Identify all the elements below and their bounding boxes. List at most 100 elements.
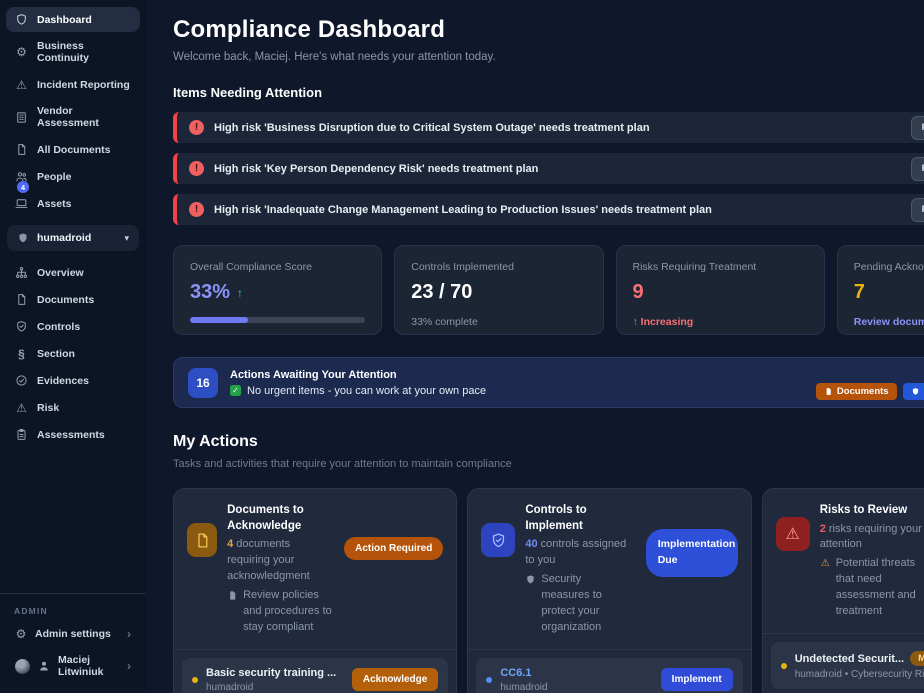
org-selector[interactable]: humadroid ▾: [7, 225, 139, 251]
avatar: [15, 659, 30, 674]
card-title: Controls to Implement: [525, 503, 632, 534]
arrow-up-icon: ↑: [633, 316, 641, 328]
severity-badge: Medium: [910, 651, 924, 666]
sidebar-item-label: People: [37, 171, 71, 183]
document-icon: [15, 143, 28, 156]
shield-icon: [525, 574, 536, 585]
attention-alert-row: ! High risk 'Key Person Dependency Risk'…: [173, 153, 924, 184]
warning-iconbox: ⚠: [776, 517, 810, 551]
sidebar-item-label: All Documents: [37, 144, 111, 156]
document-icon: [15, 293, 28, 306]
sidebar-item-assets[interactable]: Assets: [6, 191, 140, 216]
focus-areas-label: Focus Areas: [816, 365, 924, 376]
org-chart-icon: [15, 266, 28, 279]
chevron-down-icon: ▾: [124, 233, 129, 244]
acknowledge-button[interactable]: Acknowledge: [352, 668, 438, 691]
stat-card-risks-treatment: Risks Requiring Treatment 9 ↑ Increasing: [616, 245, 825, 335]
shield-check-icon: [490, 532, 507, 549]
my-actions-heading: My Actions: [173, 433, 924, 451]
sidebar-item-all-documents[interactable]: All Documents: [6, 137, 140, 162]
exclamation-icon: !: [189, 202, 204, 217]
person-icon: [38, 660, 50, 672]
sidebar-item-label: Section: [37, 348, 75, 360]
user-name-label: Maciej Litwiniuk: [58, 654, 119, 678]
plan-treatment-button[interactable]: Plan treatment ›: [911, 116, 924, 140]
check-circle-icon: [15, 374, 28, 387]
page-title: Compliance Dashboard: [173, 16, 496, 44]
sidebar-item-label: Risk: [37, 402, 59, 414]
shield-icon: [911, 387, 920, 396]
sidebar-item-dashboard[interactable]: Dashboard: [6, 7, 140, 32]
warning-icon: ⚠: [15, 401, 28, 414]
stat-value: 7: [854, 281, 865, 304]
org-shield-icon: [17, 232, 29, 244]
page-subtitle: Welcome back, Maciej. Here's what needs …: [173, 51, 496, 63]
card-controls-to-implement: Controls to Implement 40 controls assign…: [467, 488, 751, 693]
stat-card-pending-acknowledgments: Pending Acknowledgments 7 Review documen…: [837, 245, 924, 335]
control-list-item: CC6.1 humadroid Implement: [476, 658, 742, 693]
laptop-icon: [15, 197, 28, 210]
plan-treatment-button[interactable]: Plan treatment ›: [911, 157, 924, 181]
chevron-right-icon: ›: [127, 627, 131, 641]
attention-alert-row: ! High risk 'Inadequate Change Managemen…: [173, 194, 924, 225]
building-icon: [15, 111, 28, 124]
admin-settings-label: Admin settings: [35, 628, 111, 640]
sidebar-item-label: Dashboard: [37, 14, 92, 26]
sidebar-item-label: Business Continuity: [37, 40, 131, 64]
stat-label: Pending Acknowledgments: [854, 261, 924, 273]
sidebar-item-documents[interactable]: Documents: [6, 287, 140, 312]
document-icon: [227, 590, 238, 601]
review-documents-link[interactable]: Review documents →: [854, 316, 924, 328]
banner-title: Actions Awaiting Your Attention: [230, 369, 486, 381]
sidebar-item-people[interactable]: People 4: [6, 164, 140, 189]
alert-text: High risk 'Inadequate Change Management …: [214, 204, 901, 216]
sidebar-item-label: Documents: [37, 294, 94, 306]
status-dot: [486, 677, 492, 683]
status-dot: [781, 663, 787, 669]
risk-list-item: Undetected Securit... Medium humadroid •…: [771, 642, 924, 689]
implementation-due-badge: Implementation Due: [646, 529, 738, 577]
sidebar-item-business-continuity[interactable]: ⚙ Business Continuity: [6, 34, 140, 70]
sidebar-item-risk[interactable]: ⚠ Risk: [6, 395, 140, 420]
clipboard-icon: [15, 428, 28, 441]
card-title: Documents to Acknowledge: [227, 503, 334, 534]
attention-heading: Items Needing Attention: [173, 85, 924, 100]
sidebar-item-vendor-assessment[interactable]: Vendor Assessment: [6, 99, 140, 135]
focus-pill-controls[interactable]: Controls: [903, 383, 924, 400]
sidebar-item-assessments[interactable]: Assessments: [6, 422, 140, 447]
actions-count-badge: 16: [188, 368, 218, 398]
admin-settings-link[interactable]: ⚙ Admin settings ›: [6, 621, 140, 647]
sidebar-item-label: Controls: [37, 321, 80, 333]
sidebar-item-label: Incident Reporting: [37, 79, 130, 91]
stat-value: 9: [633, 281, 644, 304]
sidebar-item-section[interactable]: § Section: [6, 341, 140, 366]
sidebar-item-label: Assets: [37, 198, 71, 210]
org-selector-label: humadroid: [37, 232, 91, 244]
stat-label: Controls Implemented: [411, 261, 586, 273]
user-profile-link[interactable]: Maciej Litwiniuk ›: [6, 648, 140, 684]
document-icon: [824, 387, 833, 396]
document-iconbox: [187, 523, 217, 557]
plan-treatment-button[interactable]: Plan treatment ›: [911, 198, 924, 222]
stat-label: Risks Requiring Treatment: [633, 261, 808, 273]
sidebar-item-evidences[interactable]: Evidences: [6, 368, 140, 393]
warning-icon: ⚠: [15, 78, 28, 91]
focus-pill-documents[interactable]: Documents: [816, 383, 897, 400]
gear-icon: ⚙: [15, 46, 28, 59]
sidebar-item-overview[interactable]: Overview: [6, 260, 140, 285]
actions-banner: 16 Actions Awaiting Your Attention ✓ No …: [173, 357, 924, 408]
warning-icon: ⚠: [820, 558, 831, 569]
alert-text: High risk 'Key Person Dependency Risk' n…: [214, 163, 901, 175]
sidebar-item-incident-reporting[interactable]: ⚠ Incident Reporting: [6, 72, 140, 97]
arrow-up-icon: ↑: [237, 286, 243, 300]
gear-icon: ⚙: [15, 628, 27, 640]
implement-button[interactable]: Implement: [661, 668, 733, 691]
sidebar-item-label: Vendor Assessment: [37, 105, 131, 129]
card-title: Risks to Review: [820, 503, 924, 519]
chevron-right-icon: ›: [127, 659, 131, 673]
stat-value: 33%: [190, 281, 230, 304]
status-dot: [192, 677, 198, 683]
sidebar-item-controls[interactable]: Controls: [6, 314, 140, 339]
sidebar-item-label: Assessments: [37, 429, 105, 441]
document-list-item: Basic security training ... humadroid Ac…: [182, 658, 448, 693]
